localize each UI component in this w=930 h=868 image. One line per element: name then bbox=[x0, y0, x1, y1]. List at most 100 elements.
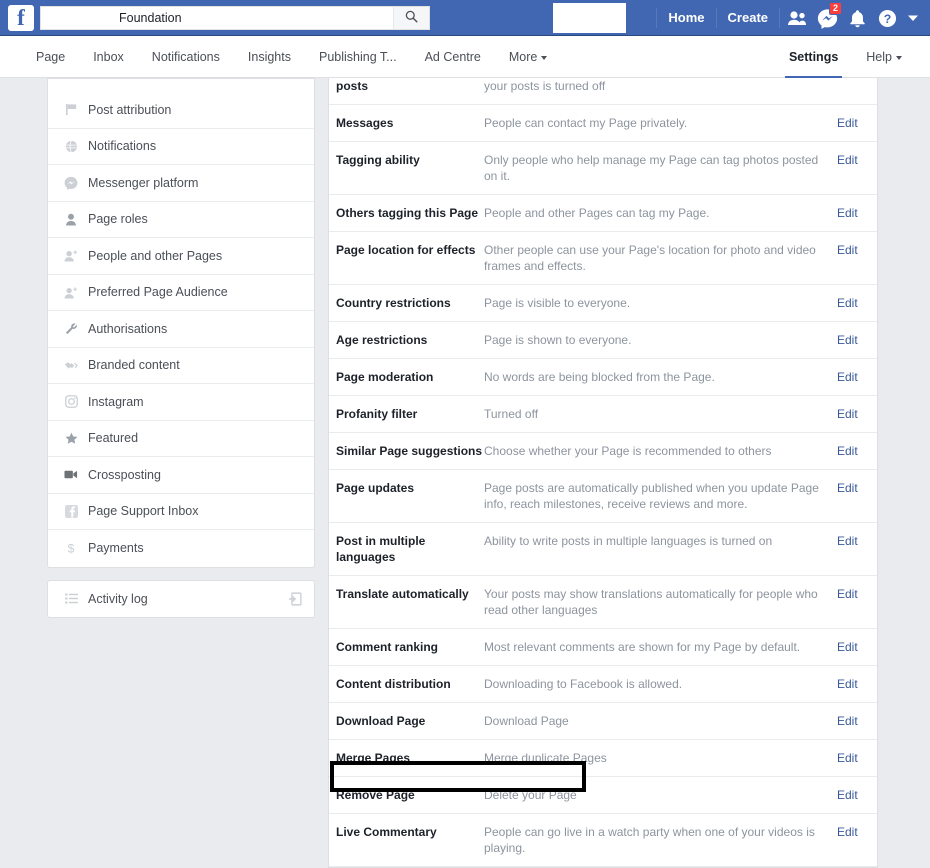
tab-settings[interactable]: Settings bbox=[775, 36, 852, 78]
list-icon bbox=[60, 593, 82, 604]
sidebar-item-page-support-inbox[interactable]: Page Support Inbox bbox=[48, 494, 314, 531]
setting-title: Remove Page bbox=[329, 787, 484, 803]
table-row: Profanity filter Turned off Edit bbox=[329, 396, 877, 433]
sidebar-item-crossposting[interactable]: Crossposting bbox=[48, 457, 314, 494]
nav-divider bbox=[716, 8, 717, 28]
setting-title: Tagging ability bbox=[329, 152, 484, 168]
top-bar-right-nav: Home Create 2 bbox=[654, 0, 924, 36]
facebook-icon bbox=[60, 505, 82, 518]
edit-link[interactable]: Edit bbox=[837, 787, 877, 803]
edit-link[interactable]: Edit bbox=[837, 443, 877, 459]
facebook-logo-icon[interactable]: f bbox=[8, 5, 34, 31]
tab-label: Insights bbox=[248, 50, 291, 64]
edit-link[interactable]: Edit bbox=[837, 242, 877, 258]
chevron-down-icon bbox=[907, 11, 919, 25]
open-external-icon[interactable] bbox=[288, 592, 302, 606]
sidebar-item-page-roles[interactable]: Page roles bbox=[48, 202, 314, 239]
sidebar-item-payments[interactable]: $ Payments bbox=[48, 530, 314, 567]
setting-description: Only people who help manage my Page can … bbox=[484, 152, 837, 184]
edit-link[interactable]: Edit bbox=[837, 152, 877, 168]
setting-title: Similar Page suggestions bbox=[329, 443, 484, 459]
setting-description: Page is visible to everyone. bbox=[484, 295, 837, 311]
table-row-remove-page: Remove Page Delete your Page Edit bbox=[329, 777, 877, 814]
wrench-icon bbox=[60, 322, 82, 335]
tab-more[interactable]: More bbox=[495, 36, 561, 78]
edit-link[interactable]: Edit bbox=[837, 369, 877, 385]
nav-divider bbox=[779, 8, 780, 28]
tab-publishing-tools[interactable]: Publishing T... bbox=[305, 36, 411, 78]
setting-title: Page updates bbox=[329, 480, 484, 496]
edit-link[interactable]: Edit bbox=[837, 713, 877, 729]
sidebar-activity-card: Activity log bbox=[47, 580, 315, 619]
messages-button[interactable]: 2 bbox=[812, 0, 842, 36]
edit-link[interactable]: Edit bbox=[837, 115, 877, 131]
edit-link[interactable]: Edit bbox=[837, 332, 877, 348]
sidebar-item-post-attribution[interactable]: Post attribution bbox=[48, 92, 314, 129]
chevron-down-icon bbox=[896, 56, 902, 60]
setting-title: Others tagging this Page bbox=[329, 205, 484, 221]
messenger-icon bbox=[60, 176, 82, 190]
edit-link[interactable]: Edit bbox=[837, 639, 877, 655]
edit-link[interactable]: Edit bbox=[837, 750, 877, 766]
sidebar-item-label: Post attribution bbox=[88, 103, 171, 117]
table-row: Tagging ability Only people who help man… bbox=[329, 142, 877, 195]
search-button[interactable] bbox=[393, 7, 429, 29]
sidebar-item-instagram[interactable]: Instagram bbox=[48, 384, 314, 421]
search-box[interactable] bbox=[40, 6, 430, 30]
sidebar-item-preferred-page-audience[interactable]: Preferred Page Audience bbox=[48, 275, 314, 312]
edit-link[interactable]: Edit bbox=[837, 676, 877, 692]
tab-page[interactable]: Page bbox=[22, 36, 79, 78]
help-button[interactable]: ? bbox=[872, 0, 902, 36]
setting-description: Turned off bbox=[484, 406, 837, 422]
account-menu-button[interactable] bbox=[902, 0, 924, 36]
edit-link[interactable]: Edit bbox=[837, 480, 877, 496]
tab-insights[interactable]: Insights bbox=[234, 36, 305, 78]
edit-link[interactable]: Edit bbox=[837, 295, 877, 311]
person-add-icon bbox=[60, 286, 82, 299]
tab-label: Settings bbox=[789, 50, 838, 64]
setting-description: People and other Pages can tag my Page. bbox=[484, 205, 837, 221]
sidebar-item-people-and-other-pages[interactable]: People and other Pages bbox=[48, 238, 314, 275]
setting-description: Page posts are automatically published w… bbox=[484, 480, 837, 512]
setting-description: Downloading to Facebook is allowed. bbox=[484, 676, 837, 692]
sidebar-item-label: Page roles bbox=[88, 212, 148, 226]
edit-link[interactable]: Edit bbox=[837, 533, 877, 549]
setting-description: Merge duplicate Pages bbox=[484, 750, 837, 766]
friend-requests-button[interactable] bbox=[782, 0, 812, 36]
create-link[interactable]: Create bbox=[719, 0, 777, 36]
edit-link[interactable]: Edit bbox=[837, 586, 877, 602]
person-add-icon bbox=[60, 249, 82, 262]
page-nav-bar: Page Inbox Notifications Insights Publis… bbox=[0, 36, 930, 78]
setting-description: No words are being blocked from the Page… bbox=[484, 369, 837, 385]
setting-description: Page is shown to everyone. bbox=[484, 332, 837, 348]
question-circle-icon: ? bbox=[878, 9, 897, 28]
home-link[interactable]: Home bbox=[659, 0, 713, 36]
sidebar-item-featured[interactable]: Featured bbox=[48, 421, 314, 458]
tab-ad-centre[interactable]: Ad Centre bbox=[411, 36, 495, 78]
notifications-button[interactable] bbox=[842, 0, 872, 36]
sidebar-item-activity-log[interactable]: Activity log bbox=[48, 581, 314, 618]
edit-link[interactable]: Edit bbox=[837, 824, 877, 840]
sidebar-item-notifications[interactable]: Notifications bbox=[48, 129, 314, 166]
edit-link[interactable]: Edit bbox=[837, 406, 877, 422]
sidebar-item-messenger-platform[interactable]: Messenger platform bbox=[48, 165, 314, 202]
table-row: Page moderation No words are being block… bbox=[329, 359, 877, 396]
table-row: Messages People can contact my Page priv… bbox=[329, 105, 877, 142]
sidebar-item-branded-content[interactable]: Branded content bbox=[48, 348, 314, 385]
sidebar-item-label: Payments bbox=[88, 541, 144, 555]
page-nav-left: Page Inbox Notifications Insights Publis… bbox=[22, 36, 561, 78]
tab-inbox[interactable]: Inbox bbox=[79, 36, 138, 78]
tab-notifications[interactable]: Notifications bbox=[138, 36, 234, 78]
sidebar-item-label: Notifications bbox=[88, 139, 156, 153]
edit-link[interactable]: Edit bbox=[837, 205, 877, 221]
sidebar-item-authorisations[interactable]: Authorisations bbox=[48, 311, 314, 348]
search-input[interactable] bbox=[41, 7, 393, 29]
tab-help[interactable]: Help bbox=[852, 36, 916, 78]
sidebar-partial-row bbox=[47, 78, 315, 92]
tab-label: More bbox=[509, 50, 537, 64]
setting-title: Profanity filter bbox=[329, 406, 484, 422]
star-icon bbox=[60, 432, 82, 445]
setting-title: posts bbox=[329, 78, 484, 94]
setting-description: Your posts may show translations automat… bbox=[484, 586, 837, 618]
flag-icon bbox=[60, 103, 82, 116]
